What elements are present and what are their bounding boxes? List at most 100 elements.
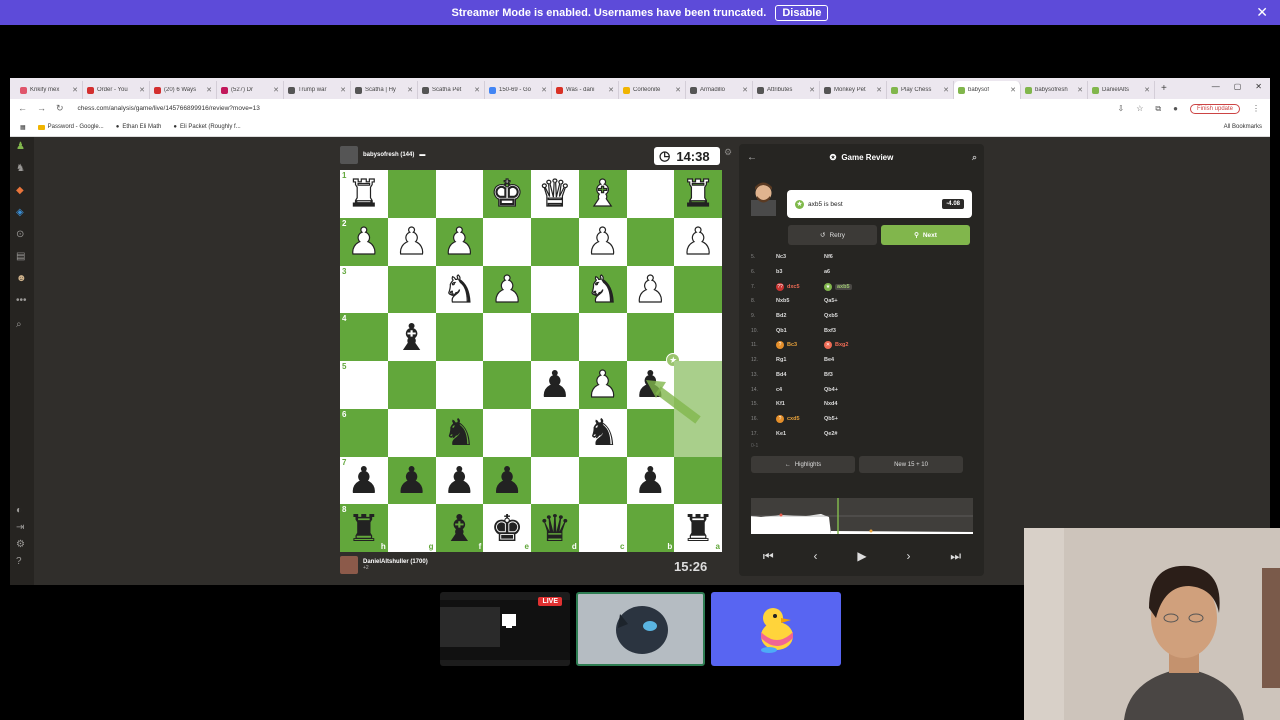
url-field[interactable]: chess.com/analysis/game/live/14576689991…: [78, 105, 260, 112]
black-piece[interactable]: ♞: [586, 414, 619, 451]
white-piece[interactable]: ♟: [490, 270, 524, 308]
close-tab-icon[interactable]: ✕: [72, 86, 78, 94]
close-tab-icon[interactable]: ✕: [809, 86, 815, 94]
board-square[interactable]: [531, 313, 579, 361]
board-square[interactable]: ♟: [435, 456, 484, 505]
board-square[interactable]: [674, 313, 722, 361]
board-square[interactable]: [435, 170, 484, 218]
next-button[interactable]: ⚲ Next: [881, 225, 970, 245]
browser-tab[interactable]: (527) Dr ✕: [217, 81, 284, 99]
board-square[interactable]: ♟: [578, 217, 627, 266]
board-square[interactable]: ♟: [531, 361, 579, 409]
move-san[interactable]: Nxb5: [776, 298, 789, 304]
maximize-icon[interactable]: ▢: [1234, 82, 1242, 91]
close-tab-icon[interactable]: ✕: [541, 86, 547, 94]
bookmark-item[interactable]: ● Eli Packet (Roughly f...: [173, 124, 240, 130]
browser-tab[interactable]: Attributes ✕: [753, 81, 820, 99]
white-piece[interactable]: ♟: [442, 223, 476, 261]
board-square[interactable]: ♟: [483, 265, 531, 314]
board-square[interactable]: [674, 265, 722, 314]
white-piece[interactable]: ♛: [538, 175, 572, 213]
browser-tab[interactable]: babysofresh ✕: [1021, 81, 1088, 99]
move-san[interactable]: Qxb5: [824, 313, 838, 319]
board-square[interactable]: d ♛: [531, 504, 579, 552]
board-square[interactable]: ♞: [435, 408, 484, 457]
participant-tile[interactable]: [576, 592, 705, 666]
black-piece[interactable]: ♜: [347, 510, 380, 547]
move-san[interactable]: dxc5: [787, 284, 800, 290]
board-square[interactable]: ♞: [578, 408, 627, 457]
close-tab-icon[interactable]: ✕: [206, 86, 212, 94]
screen-share-tile[interactable]: LIVE: [440, 592, 570, 666]
close-tab-icon[interactable]: ✕: [1010, 86, 1016, 94]
black-piece[interactable]: ♚: [491, 510, 524, 547]
board-square[interactable]: [531, 265, 579, 314]
board-square[interactable]: ♝: [578, 170, 627, 218]
board-square[interactable]: ♟: [387, 456, 436, 505]
new-game-button[interactable]: New 15 + 10: [859, 456, 963, 473]
black-piece[interactable]: ♟: [347, 462, 380, 499]
board-square[interactable]: 8 h ♜: [340, 504, 388, 552]
close-tab-icon[interactable]: ✕: [876, 86, 882, 94]
close-tab-icon[interactable]: ✕: [608, 86, 614, 94]
close-tab-icon[interactable]: ✕: [1144, 86, 1150, 94]
board-square[interactable]: [626, 408, 675, 457]
search-icon[interactable]: ⌕: [16, 319, 22, 331]
board-square[interactable]: ♟: [387, 217, 436, 266]
chesscom-logo-icon[interactable]: ♟: [16, 141, 25, 153]
move-san[interactable]: Qb4+: [824, 387, 838, 393]
board-square[interactable]: [674, 456, 722, 505]
collapse-icon[interactable]: ⇥: [16, 522, 24, 534]
browser-tab[interactable]: Play Chess ✕: [887, 81, 954, 99]
move-san[interactable]: Bc3: [787, 342, 797, 348]
browser-tab[interactable]: DanielAlts ✕: [1088, 81, 1155, 99]
browser-tab[interactable]: (20) 6 Ways ✕: [150, 81, 217, 99]
white-piece[interactable]: ♞: [585, 270, 619, 308]
browser-tab[interactable]: babysof ✕: [954, 81, 1021, 99]
board-square[interactable]: 7 ♟: [340, 456, 388, 505]
menu-icon[interactable]: ⋮: [1252, 104, 1260, 113]
white-piece[interactable]: ♟: [585, 223, 619, 261]
close-icon[interactable]: ✕: [1256, 4, 1268, 21]
social-icon[interactable]: ☻: [16, 273, 27, 285]
move-san[interactable]: a6: [824, 269, 830, 275]
board-square[interactable]: 1 ♜: [340, 170, 388, 218]
prev-move-icon[interactable]: ‹: [814, 549, 818, 563]
next-move-icon[interactable]: ›: [906, 549, 910, 563]
chess-board[interactable]: 1 ♜ ♚ ♛ ♝ ♜ 2 ♟ ♟ ♟ ♟ ♟ 3 ♞ ♟ ♞ ♟ 4 ♝ 5 ♟ ♟ ♟ ★ 6 ♞ ♞ 7 ♟ ♟ ♟ ♟ ♟ 8 h ♜ g f ♝ e…: [340, 170, 722, 552]
move-san[interactable]: cxd5: [787, 416, 800, 422]
black-piece[interactable]: ♜: [682, 510, 715, 547]
black-piece[interactable]: ♟: [634, 366, 667, 403]
close-tab-icon[interactable]: ✕: [675, 86, 681, 94]
move-san[interactable]: Qb5+: [824, 416, 838, 422]
close-tab-icon[interactable]: ✕: [943, 86, 949, 94]
move-san[interactable]: b3: [776, 269, 782, 275]
install-icon[interactable]: ⇩: [1118, 104, 1125, 113]
reload-icon[interactable]: ↻: [56, 103, 64, 114]
board-square[interactable]: [531, 408, 579, 457]
white-piece[interactable]: ♟: [681, 223, 715, 261]
white-piece[interactable]: ♝: [585, 175, 619, 213]
profile-icon[interactable]: ●: [1173, 104, 1178, 113]
board-settings-icon[interactable]: ⚙: [724, 147, 732, 158]
black-piece[interactable]: ♝: [443, 510, 476, 547]
browser-tab[interactable]: Scatha Pet ✕: [418, 81, 485, 99]
back-icon[interactable]: ←: [18, 103, 27, 114]
move-san[interactable]: Kf1: [776, 401, 785, 407]
bookmark-item[interactable]: Password - Google...: [37, 124, 104, 130]
black-piece[interactable]: ♛: [538, 510, 571, 547]
board-square[interactable]: [531, 217, 579, 266]
black-piece[interactable]: ♞: [443, 414, 476, 451]
play-icon[interactable]: ▶: [857, 549, 866, 563]
board-square[interactable]: [387, 170, 436, 218]
board-square[interactable]: [483, 361, 531, 409]
apps-icon[interactable]: ▦: [20, 124, 26, 131]
board-square[interactable]: 6: [340, 408, 388, 457]
board-square[interactable]: [387, 265, 436, 314]
first-move-icon[interactable]: ⏮: [763, 549, 774, 564]
move-san[interactable]: Bd4: [776, 372, 786, 378]
board-square[interactable]: g: [387, 504, 436, 552]
board-square[interactable]: ♟: [578, 361, 627, 409]
bookmark-star-icon[interactable]: ☆: [1136, 104, 1143, 113]
move-san[interactable]: Bf3: [824, 372, 833, 378]
